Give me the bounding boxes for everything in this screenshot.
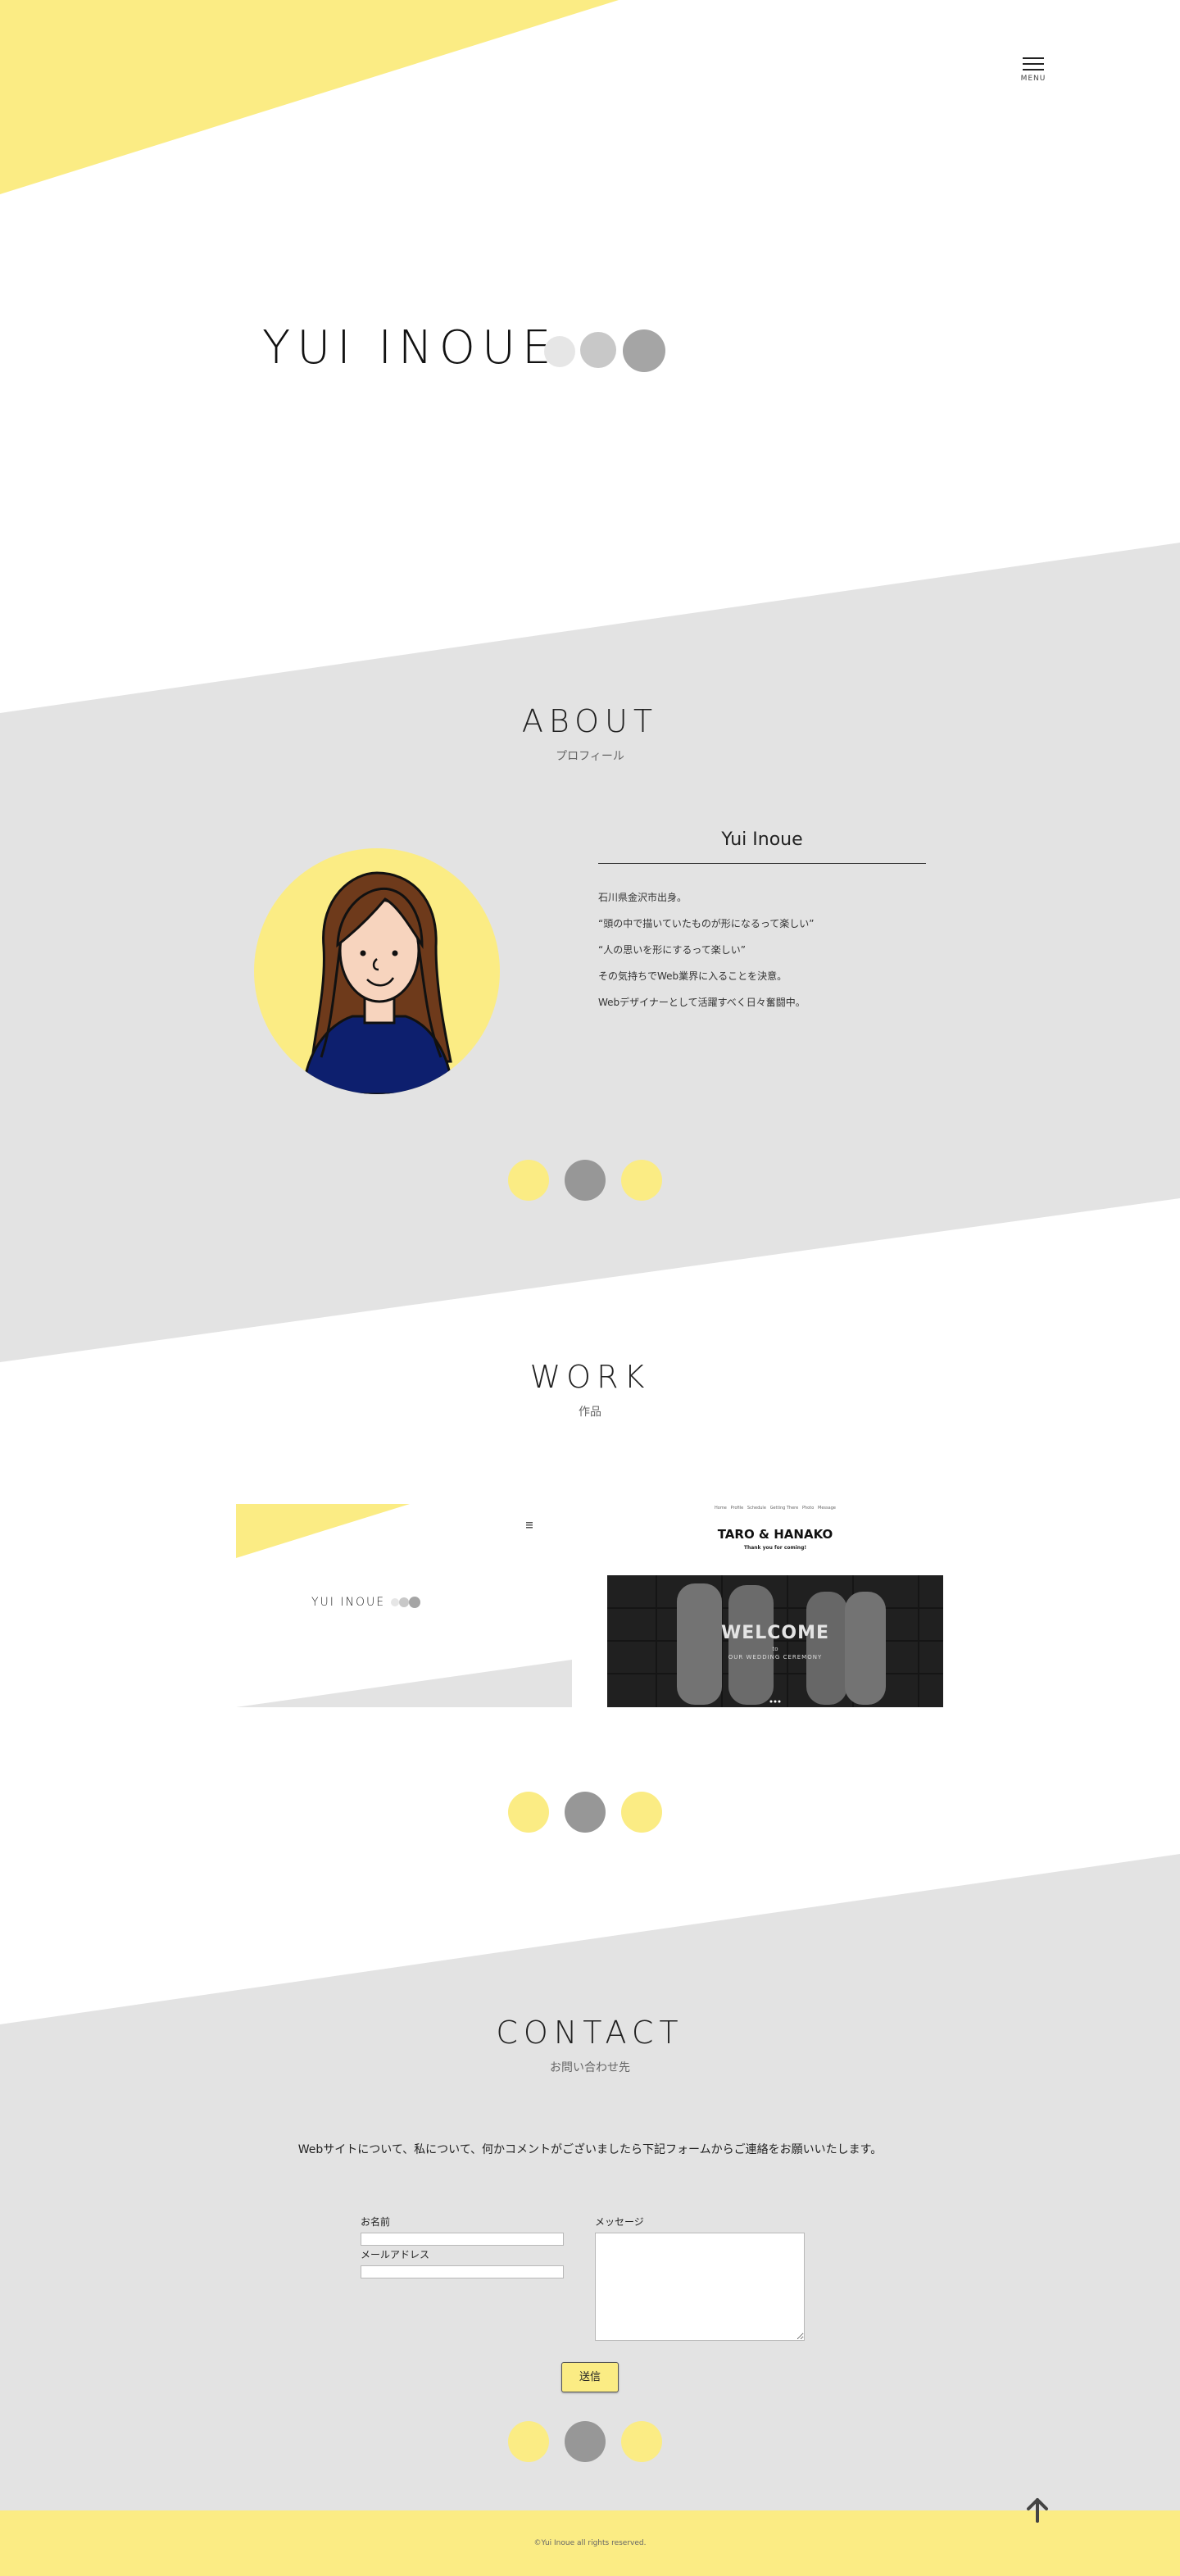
divider-dot-yellow: [508, 1792, 549, 1833]
work-item-wedding[interactable]: Home Profile Schedule Getting There Phot…: [607, 1504, 943, 1707]
divider-dot-yellow: [621, 1160, 662, 1201]
divider-dot-gray: [565, 2421, 606, 2462]
message-textarea[interactable]: [595, 2233, 805, 2341]
name-input[interactable]: [361, 2233, 564, 2246]
submit-button[interactable]: 送信: [561, 2362, 619, 2392]
message-label: メッセージ: [595, 2216, 644, 2228]
hero-title: YUI INOUE: [262, 321, 558, 375]
profile-line: “人の思いを形にするって楽しい”: [598, 944, 746, 956]
profile-line: Webデザイナーとして活躍すべく日々奮闘中。: [598, 997, 806, 1008]
contact-band: [0, 1854, 1180, 2576]
about-subtitle: プロフィール: [556, 750, 624, 763]
profile-description: 石川県金沢市出身。 “頭の中で描いていたものが形になるって楽しい” “人の思いを…: [598, 889, 942, 1020]
thumb-site-tagline: Thank you for coming!: [743, 1545, 807, 1551]
thumb-nav-item: Schedule: [747, 1506, 766, 1511]
email-label: メールアドレス: [361, 2249, 430, 2260]
contact-message: Webサイトについて、私について、何かコメントがございましたら下記フォームからご…: [297, 2143, 883, 2156]
arrow-up-icon: [1027, 2498, 1048, 2523]
menu-label: MENU: [1020, 75, 1046, 83]
page: MENU YUI INOUE ABOUT プロフィール Yui Inoue 石川…: [0, 0, 1180, 2576]
copyright: ©Yui Inoue all rights reserved.: [533, 2539, 647, 2547]
menu-button[interactable]: MENU: [1016, 57, 1051, 83]
profile-name: Yui Inoue: [598, 829, 926, 864]
hamburger-icon: [1016, 57, 1051, 70]
divider-dot-gray: [565, 1160, 606, 1201]
background-shapes: [0, 0, 1180, 2576]
thumb-site-title: TARO & HANAKO: [717, 1527, 833, 1542]
thumb-nav-item: Profile: [730, 1506, 744, 1511]
back-to-top-button[interactable]: [1021, 2493, 1054, 2526]
profile-line: その気持ちでWeb業界に入ることを決意。: [598, 970, 787, 982]
profile-avatar: [254, 848, 500, 1094]
contact-subtitle: お問い合わせ先: [550, 2061, 630, 2074]
thumb-nav: Home Profile Schedule Getting There Phot…: [607, 1504, 943, 1512]
thumb-hero-photo: WELCOME to OUR WEDDING CEREMONY: [607, 1575, 943, 1707]
hero-dot-light: [544, 336, 575, 367]
divider-dot-yellow: [621, 1792, 662, 1833]
thumb-hero-sub1: to: [772, 1646, 778, 1652]
work-item-portfolio[interactable]: YUI INOUE: [236, 1504, 572, 1707]
thumb-nav-item: Message: [818, 1506, 836, 1511]
corner-triangle: [0, 0, 619, 194]
divider-dot-yellow: [621, 2421, 662, 2462]
thumb-hero-sub2: OUR WEDDING CEREMONY: [728, 1654, 823, 1661]
thumb-nav-item: Getting There: [769, 1506, 799, 1511]
divider-dot-yellow: [508, 1160, 549, 1201]
thumb-title: YUI INOUE: [311, 1596, 386, 1609]
divider-dot-yellow: [508, 2421, 549, 2462]
hero-dot-dark: [623, 329, 665, 372]
profile-line: 石川県金沢市出身。: [598, 892, 688, 903]
hero-dot-mid: [580, 332, 616, 368]
name-label: お名前: [361, 2216, 391, 2228]
divider-dot-gray: [565, 1792, 606, 1833]
about-title: ABOUT: [521, 703, 659, 739]
profile-line: “頭の中で描いていたものが形になるって楽しい”: [598, 918, 815, 929]
contact-title: CONTACT: [496, 2015, 684, 2051]
thumb-nav-item: Photo: [801, 1506, 815, 1511]
email-input[interactable]: [361, 2265, 564, 2278]
about-band: [0, 543, 1180, 1362]
work-subtitle: 作品: [579, 1406, 601, 1419]
thumb-nav-item: Home: [715, 1506, 727, 1511]
work-title: WORK: [529, 1359, 651, 1395]
thumb-hero-heading: WELCOME: [720, 1623, 830, 1643]
